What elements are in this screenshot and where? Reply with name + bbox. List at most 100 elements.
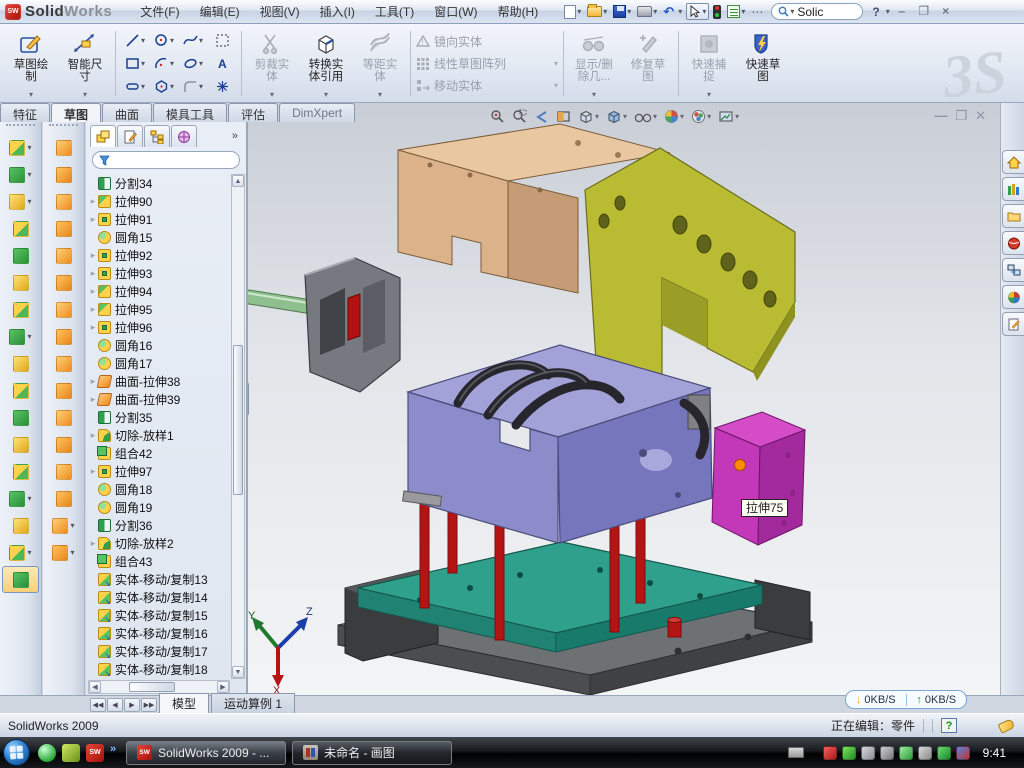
security-plus-shield-icon[interactable]	[937, 746, 951, 760]
tree-item-19[interactable]: 分割36	[88, 516, 230, 534]
rectangle-tool[interactable]: ▾	[121, 53, 149, 75]
tab-solidworks-search[interactable]	[1002, 231, 1024, 255]
point-tool[interactable]	[208, 76, 236, 98]
extruded-boss-button[interactable]: ▾	[0, 134, 41, 161]
deviation-analysis-button[interactable]	[0, 512, 41, 539]
scroll-up-button[interactable]: ▲	[232, 175, 244, 187]
tree-item-16[interactable]: ▸ 拉伸97	[88, 462, 230, 480]
tab-view-palette[interactable]	[1002, 258, 1024, 282]
tree-item-3[interactable]: 圆角15	[88, 228, 230, 246]
tree-horizontal-scrollbar[interactable]: ◀ ▶	[88, 680, 230, 694]
options-button[interactable]: ▾	[725, 4, 747, 19]
ellipse-tool[interactable]: ▾	[179, 53, 207, 75]
tree-item-27[interactable]: 实体-移动/复制18	[88, 660, 230, 678]
tree-item-14[interactable]: ▸ 切除-放样1	[88, 426, 230, 444]
convert-entities-button[interactable]: 转换实 体引用▾	[299, 27, 353, 100]
new-document-button[interactable]: ▾	[562, 4, 583, 20]
extruded-surface-button[interactable]	[43, 134, 84, 161]
tree-item-18[interactable]: 圆角19	[88, 498, 230, 516]
zoom-to-fit-button[interactable]	[488, 108, 507, 125]
tree-item-17[interactable]: 圆角18	[88, 480, 230, 498]
tree-item-9[interactable]: 圆角16	[88, 336, 230, 354]
tree-item-6[interactable]: ▸ 拉伸94	[88, 282, 230, 300]
expander-icon[interactable]: ▸	[88, 214, 98, 225]
tree-item-8[interactable]: ▸ 拉伸96	[88, 318, 230, 336]
tree-item-2[interactable]: ▸ 拉伸91	[88, 210, 230, 228]
quicklaunch-solidworks-icon[interactable]: SW	[86, 744, 104, 762]
print-button[interactable]: ▾	[635, 5, 659, 18]
linear-sketch-pattern-button[interactable]: 线性草图阵列▾	[414, 54, 560, 73]
doc-restore-button[interactable]: ❐	[955, 109, 967, 123]
command-tab-5[interactable]: DimXpert	[279, 103, 355, 122]
line-tool[interactable]: ▾	[121, 30, 149, 52]
tree-item-25[interactable]: 实体-移动/复制16	[88, 624, 230, 642]
tree-item-20[interactable]: ▸ 切除-放样2	[88, 534, 230, 552]
hole-wizard-button[interactable]	[0, 296, 41, 323]
knit-surface-button[interactable]	[43, 350, 84, 377]
sync-ball-icon[interactable]	[956, 746, 970, 760]
undo-button[interactable]: ↶▾	[661, 5, 684, 19]
arc-tool[interactable]: ▾	[150, 53, 178, 75]
tree-item-15[interactable]: 组合42	[88, 444, 230, 462]
menu-item-5[interactable]: 窗口(W)	[424, 0, 487, 23]
network-warning-icon[interactable]	[918, 746, 932, 760]
tree-item-12[interactable]: ▸ 曲面-拉伸39	[88, 390, 230, 408]
tab-feature-manager[interactable]	[90, 125, 116, 147]
expander-icon[interactable]: ▸	[88, 304, 98, 315]
tree-item-1[interactable]: ▸ 拉伸90	[88, 192, 230, 210]
spline-tool[interactable]: ▾	[179, 30, 207, 52]
3d-model-canvas[interactable]: Y Z X	[248, 103, 1000, 695]
help-button[interactable]: ?	[869, 5, 882, 19]
lofted-boss-button[interactable]	[0, 242, 41, 269]
revolved-surface-button[interactable]	[43, 161, 84, 188]
tab-design-library[interactable]	[1002, 177, 1024, 201]
tab-model[interactable]: 模型	[159, 693, 209, 713]
first-sheet-button[interactable]: ◀◀	[90, 698, 106, 712]
more-tools-button[interactable]: ⋯	[749, 4, 765, 20]
panel-splitter-handle[interactable]	[248, 381, 249, 417]
quicklaunch-messenger-icon[interactable]	[38, 744, 56, 762]
trim-entities-button[interactable]: 剪裁实 体▾	[245, 27, 299, 100]
command-tab-1[interactable]: 草图	[51, 103, 101, 122]
save-button[interactable]: ▾	[611, 4, 633, 19]
expander-icon[interactable]: ▸	[88, 286, 98, 297]
command-tab-2[interactable]: 曲面	[102, 103, 152, 122]
keyboard-layout-icon[interactable]	[788, 747, 804, 758]
extend-surface-button[interactable]	[43, 377, 84, 404]
replace-face-button[interactable]	[43, 431, 84, 458]
menu-item-1[interactable]: 编辑(E)	[190, 0, 250, 23]
start-button[interactable]	[3, 739, 30, 766]
tab-custom-properties[interactable]	[1002, 312, 1024, 336]
scroll-left-button[interactable]: ◀	[89, 681, 101, 693]
smart-dimension-button[interactable]: 智能尺 寸▾	[58, 27, 112, 100]
sketch-fillet-tool[interactable]: ▾	[179, 76, 207, 98]
hide-show-items-button[interactable]: ▾	[632, 109, 659, 125]
tree-item-0[interactable]: 分割34	[88, 174, 230, 192]
menu-item-6[interactable]: 帮助(H)	[488, 0, 549, 23]
select-tool-button[interactable]: ▾	[686, 3, 709, 20]
sketch-text-tool[interactable]: A	[208, 53, 236, 75]
network-speed-widget[interactable]: ↓0KB/S ↑0KB/S	[845, 690, 967, 709]
graphics-viewport[interactable]: Y Z X ▾ ▾ ▾ ▾ ▾ ▾ — ❐	[248, 103, 1000, 695]
taskbar-clock[interactable]: 9:41	[983, 746, 1006, 760]
open-button[interactable]: ▾	[585, 5, 609, 18]
expander-icon[interactable]: ▸	[88, 430, 98, 441]
select-entities-tool[interactable]	[208, 30, 236, 52]
combine-button[interactable]	[0, 431, 41, 458]
doc-minimize-button[interactable]: —	[934, 109, 947, 123]
previous-view-button[interactable]	[532, 108, 551, 125]
slot-tool[interactable]: ▾	[121, 76, 149, 98]
toolbar-grip[interactable]	[49, 124, 78, 132]
last-sheet-button[interactable]: ▶▶	[141, 698, 157, 712]
expander-icon[interactable]: ▸	[88, 466, 98, 477]
insert-part-button[interactable]: ▾	[0, 485, 41, 512]
offset-entities-button[interactable]: 等距实 体▾	[353, 27, 407, 100]
tree-item-23[interactable]: 实体-移动/复制14	[88, 588, 230, 606]
ruled-surface-button[interactable]	[43, 485, 84, 512]
view-orientation-button[interactable]: ▾	[576, 108, 601, 125]
measure-button[interactable]	[2, 566, 39, 593]
restore-button[interactable]: ❐	[914, 4, 934, 20]
combine-bodies-button[interactable]	[0, 350, 41, 377]
repair-sketch-button[interactable]: 修复草 图	[621, 27, 675, 100]
tree-item-4[interactable]: ▸ 拉伸92	[88, 246, 230, 264]
